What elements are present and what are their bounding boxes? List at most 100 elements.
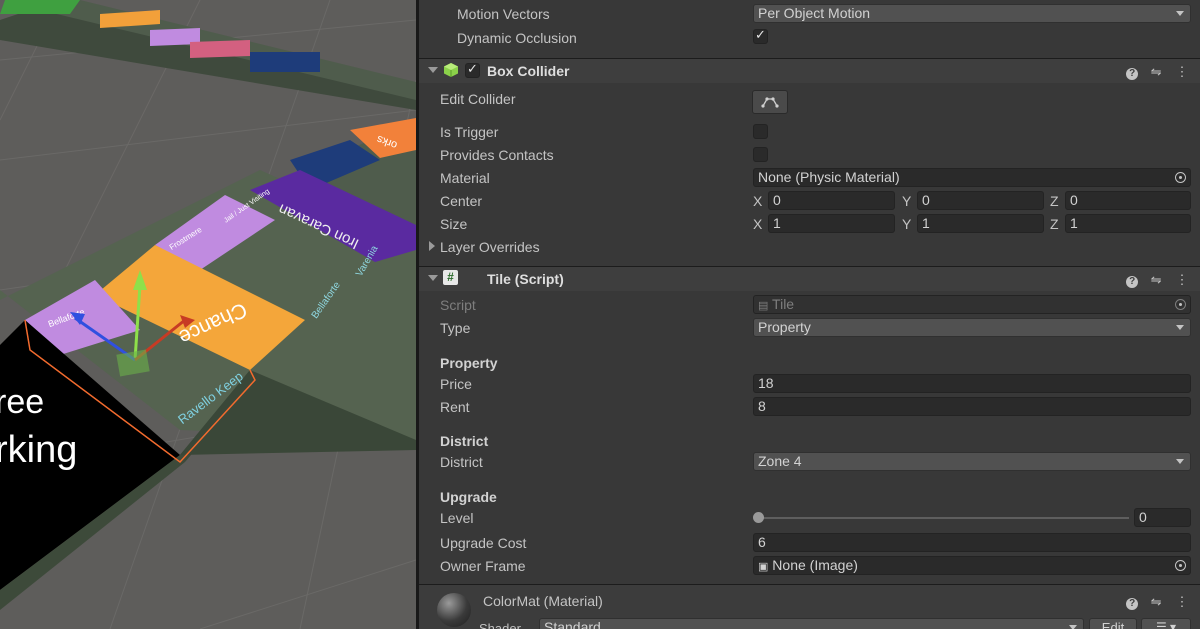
size-x-value: 1 [773, 215, 781, 231]
district-value: Zone 4 [758, 453, 802, 469]
chevron-down-icon [1176, 459, 1184, 464]
scene-view[interactable]: orks Iron Caravan Frostmere Jail / Just … [0, 0, 416, 629]
rent-value: 8 [758, 398, 766, 414]
owner-frame-row: Owner Frame ▣ None (Image) [419, 555, 1200, 578]
level-field[interactable]: 0 [1134, 508, 1191, 527]
owner-frame-label: Owner Frame [440, 558, 526, 574]
shader-options-button[interactable]: ☰ ▾ [1141, 618, 1191, 629]
motion-vectors-dropdown[interactable]: Per Object Motion [753, 4, 1191, 23]
chevron-down-icon [1069, 625, 1077, 629]
foldout-arrow-icon[interactable] [428, 275, 438, 281]
help-icon[interactable]: ? [1126, 276, 1139, 288]
size-x-field[interactable]: 1 [768, 214, 895, 233]
property-header-row: Property [419, 352, 1200, 375]
size-y-value: 1 [922, 215, 930, 231]
level-slider-track[interactable] [759, 517, 1129, 519]
is-trigger-row: Is Trigger [419, 121, 1200, 144]
material-row: Material None (Physic Material) [419, 167, 1200, 190]
chevron-down-icon [1176, 325, 1184, 330]
edit-collider-label: Edit Collider [440, 91, 516, 107]
kebab-menu-icon[interactable]: ⋮ [1174, 64, 1190, 80]
provides-contacts-checkbox[interactable] [753, 147, 768, 162]
material-section: ColorMat (Material) ? ⇋ ⋮ Shader Standar… [419, 584, 1200, 629]
kebab-menu-icon[interactable]: ⋮ [1174, 594, 1190, 610]
script-label: Script [440, 297, 476, 313]
rent-label: Rent [440, 399, 470, 415]
property-header: Property [440, 355, 498, 371]
center-x-value: 0 [773, 192, 781, 208]
size-z-field[interactable]: 1 [1065, 214, 1191, 233]
shader-label: Shader [479, 621, 521, 629]
tile-script-header[interactable]: # Tile (Script) ? ⇋ ⋮ [419, 266, 1200, 291]
type-dropdown[interactable]: Property [753, 318, 1191, 337]
edit-label: Edit [1101, 620, 1125, 629]
preset-sliders-icon[interactable]: ⇋ [1148, 272, 1164, 288]
level-row: Level 0 [419, 507, 1200, 530]
center-x-field[interactable]: 0 [768, 191, 895, 210]
shader-value: Standard [544, 619, 601, 629]
owner-frame-field[interactable]: ▣ None (Image) [753, 556, 1191, 575]
dynamic-occlusion-checkbox[interactable] [753, 27, 768, 44]
upgrade-header-row: Upgrade [419, 486, 1200, 509]
center-z-value: 0 [1070, 192, 1078, 208]
component-header-icons: ? ⇋ ⋮ [1120, 271, 1190, 288]
provides-contacts-row: Provides Contacts [419, 144, 1200, 167]
foldout-arrow-icon[interactable] [428, 67, 438, 73]
object-picker-icon[interactable] [1175, 172, 1186, 183]
district-header: District [440, 433, 489, 449]
script-hash-icon: # [443, 270, 458, 285]
size-x-axis: X [753, 216, 763, 232]
rent-field[interactable]: 8 [753, 397, 1191, 416]
layer-overrides-row[interactable]: Layer Overrides [419, 236, 1200, 259]
preset-sliders-icon[interactable]: ⇋ [1148, 64, 1164, 80]
shader-edit-button[interactable]: Edit [1089, 618, 1137, 629]
provides-contacts-label: Provides Contacts [440, 147, 554, 163]
script-field: ▤ Tile [753, 295, 1191, 314]
image-icon: ▣ [758, 561, 769, 573]
material-label: Material [440, 170, 490, 186]
center-label: Center [440, 193, 483, 209]
size-y-field[interactable]: 1 [917, 214, 1044, 233]
upgrade-header: Upgrade [440, 489, 497, 505]
center-z-field[interactable]: 0 [1065, 191, 1191, 210]
size-row: Size X 1 Y 1 Z 1 [419, 213, 1200, 236]
owner-frame-value: None (Image) [772, 557, 858, 573]
preset-sliders-icon[interactable]: ⇋ [1148, 594, 1164, 610]
level-slider-thumb[interactable] [753, 512, 764, 523]
price-label: Price [440, 376, 472, 392]
box-collider-header[interactable]: Box Collider ? ⇋ ⋮ [419, 58, 1200, 83]
shader-dropdown[interactable]: Standard [539, 618, 1084, 629]
script-value: Tile [772, 296, 795, 312]
motion-vectors-label: Motion Vectors [457, 6, 550, 22]
free-parking-line1: ree [0, 383, 44, 421]
box-collider-enabled-checkbox[interactable] [465, 61, 480, 78]
center-x-axis: X [753, 193, 763, 209]
object-picker-icon[interactable] [1175, 560, 1186, 571]
material-preview-sphere [437, 593, 471, 627]
type-row: Type Property [419, 317, 1200, 340]
upgrade-cost-field[interactable]: 6 [753, 533, 1191, 552]
material-field[interactable]: None (Physic Material) [753, 168, 1191, 187]
material-value: None (Physic Material) [758, 169, 900, 185]
script-file-icon: ▤ [758, 300, 769, 312]
script-row: Script ▤ Tile [419, 294, 1200, 317]
price-field[interactable]: 18 [753, 374, 1191, 393]
price-value: 18 [758, 375, 774, 391]
is-trigger-checkbox[interactable] [753, 124, 768, 139]
kebab-menu-icon[interactable]: ⋮ [1174, 272, 1190, 288]
box-collider-icon [443, 62, 459, 81]
center-y-field[interactable]: 0 [917, 191, 1044, 210]
foldout-right-icon[interactable] [429, 241, 435, 251]
district-label: District [440, 454, 483, 470]
list-icon: ☰ ▾ [1155, 620, 1177, 629]
help-icon[interactable]: ? [1126, 598, 1139, 610]
help-icon[interactable]: ? [1126, 68, 1139, 80]
free-parking-line2: rking [0, 429, 77, 471]
edit-collider-button[interactable] [752, 90, 788, 114]
district-dropdown[interactable]: Zone 4 [753, 452, 1191, 471]
center-row: Center X 0 Y 0 Z 0 [419, 190, 1200, 213]
price-row: Price 18 [419, 373, 1200, 396]
type-value: Property [758, 319, 811, 335]
level-value: 0 [1139, 509, 1147, 525]
center-y-axis: Y [902, 193, 912, 209]
